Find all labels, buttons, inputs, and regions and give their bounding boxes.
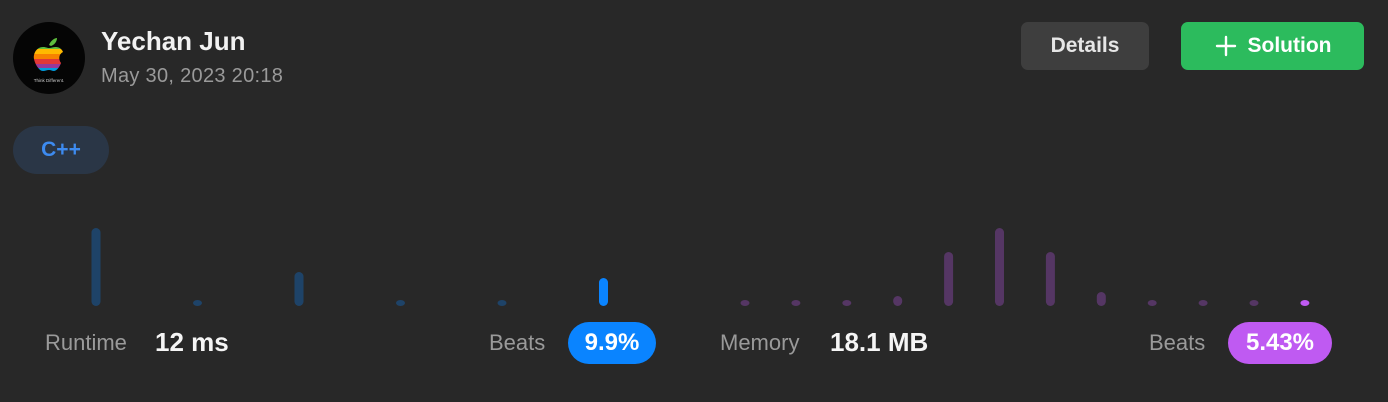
memory-distribution-bar[interactable]	[1198, 300, 1208, 306]
memory-distribution-bar[interactable]	[1045, 252, 1055, 306]
submission-timestamp: May 30, 2023 20:18	[101, 65, 284, 87]
memory-distribution-bar[interactable]	[1147, 300, 1157, 306]
runtime-label: Runtime	[45, 330, 127, 355]
apple-rainbow-logo-icon: Think Different.	[34, 38, 64, 83]
add-solution-button[interactable]: Solution	[1181, 22, 1364, 70]
runtime-distribution-bar[interactable]	[91, 228, 101, 306]
runtime-distribution-bar[interactable]	[497, 300, 507, 306]
avatar[interactable]: Think Different.	[13, 22, 85, 94]
runtime-distribution-bar[interactable]	[193, 300, 202, 306]
plus-icon	[1215, 35, 1236, 57]
user-name[interactable]: Yechan Jun	[101, 26, 246, 57]
memory-beats-badge: 5.43%	[1228, 322, 1332, 364]
runtime-distribution-bar-selected[interactable]	[599, 278, 608, 306]
memory-distribution-bar[interactable]	[740, 300, 750, 306]
memory-beats-label: Beats	[1149, 330, 1206, 355]
memory-label: Memory	[720, 330, 800, 355]
memory-distribution-bar[interactable]	[1096, 292, 1106, 306]
memory-distribution-bar[interactable]	[995, 228, 1004, 306]
avatar-caption: Think Different.	[34, 78, 64, 83]
runtime-distribution-bar[interactable]	[396, 300, 405, 306]
runtime-value: 12 ms	[155, 327, 229, 357]
memory-distribution-bar[interactable]	[842, 300, 852, 306]
memory-distribution-bar[interactable]	[1249, 300, 1259, 306]
runtime-distribution-bar[interactable]	[294, 272, 304, 306]
memory-distribution-bar[interactable]	[944, 252, 954, 306]
details-button[interactable]: Details	[1021, 22, 1149, 70]
memory-distribution-bar[interactable]	[791, 300, 801, 306]
memory-distribution-bar[interactable]	[893, 296, 903, 306]
memory-value: 18.1 MB	[830, 327, 929, 357]
memory-distribution-bar-selected[interactable]	[1300, 300, 1310, 306]
runtime-beats-badge: 9.9%	[568, 322, 656, 364]
runtime-beats-label: Beats	[489, 330, 546, 355]
solution-label: Solution	[1247, 34, 1332, 57]
language-tag[interactable]: C++	[13, 126, 109, 174]
distribution-chart	[91, 228, 1310, 306]
